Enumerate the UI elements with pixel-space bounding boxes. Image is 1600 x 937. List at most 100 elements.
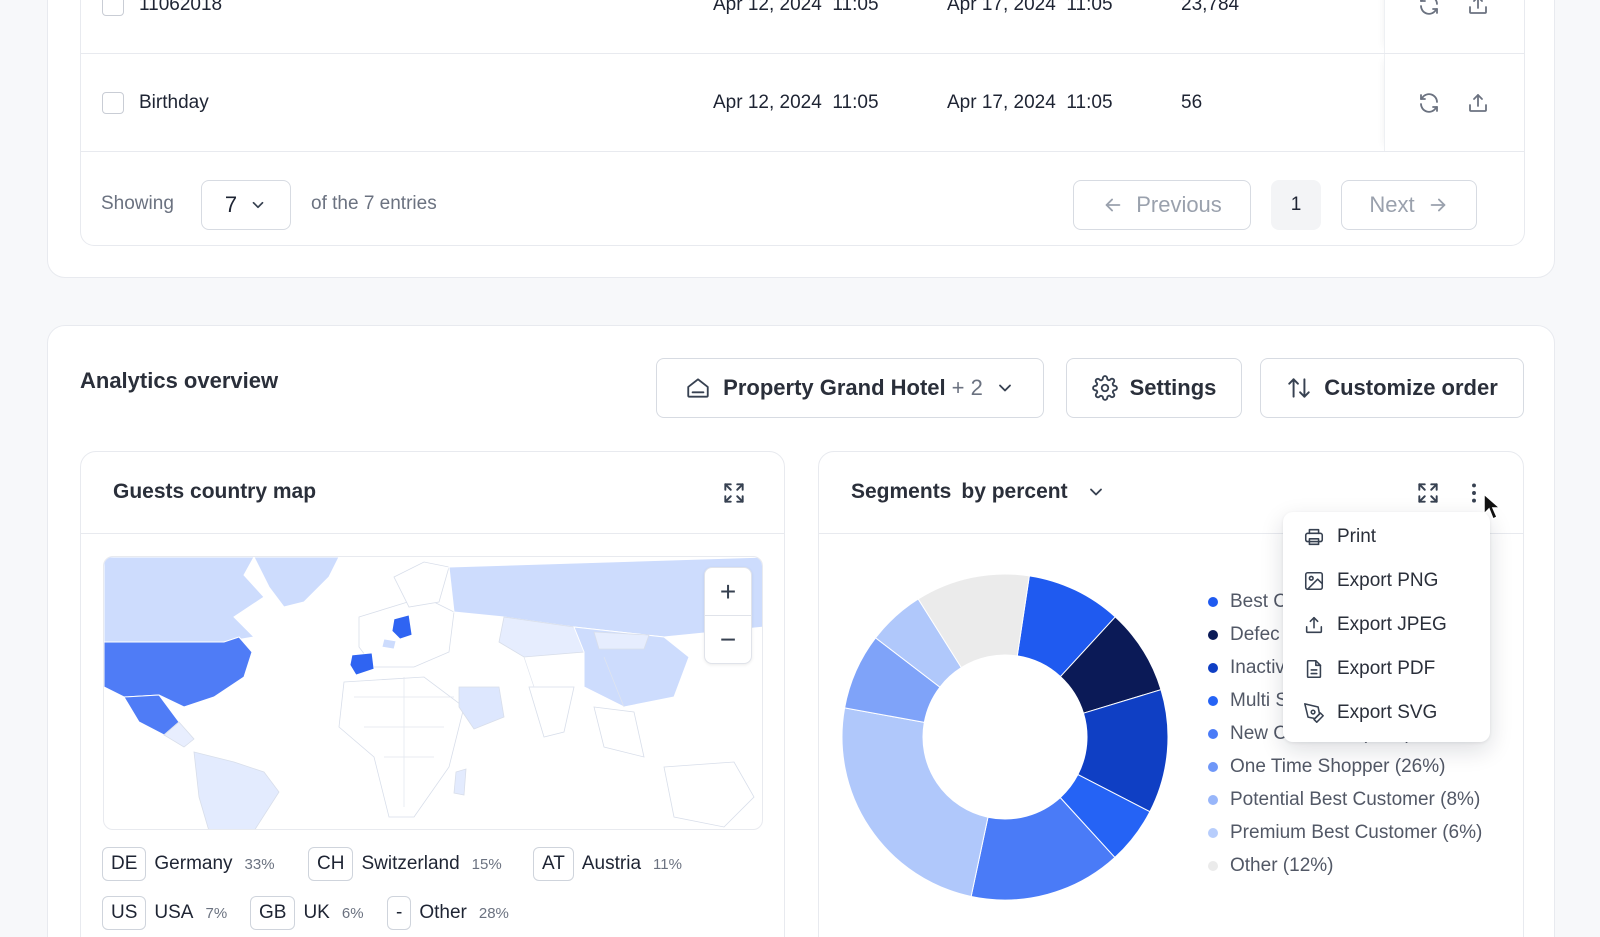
segments-title-select[interactable]: Segments by percent bbox=[851, 480, 1106, 504]
zoom-in-button[interactable]: + bbox=[705, 568, 751, 616]
legend-dot bbox=[1208, 729, 1218, 739]
legend-item[interactable]: One Time Shopper (26%) bbox=[1208, 756, 1445, 778]
legend-item[interactable]: Multi S bbox=[1208, 690, 1288, 712]
sort-arrows-icon bbox=[1286, 375, 1312, 401]
arrow-right-icon bbox=[1427, 194, 1449, 216]
settings-button[interactable]: Settings bbox=[1066, 358, 1242, 418]
arrow-left-icon bbox=[1102, 194, 1124, 216]
page-1-button[interactable]: 1 bbox=[1271, 180, 1321, 230]
row-updated: Apr 17, 2024 11:05 bbox=[947, 0, 1113, 15]
menu-item-export-jpeg[interactable]: Export JPEG bbox=[1303, 614, 1447, 636]
entries-card: 11062018 Apr 12, 2024 11:05 Apr 17, 2024… bbox=[47, 0, 1555, 278]
zoom-out-button[interactable]: − bbox=[705, 616, 751, 664]
pagination: Showing 7 of the 7 entries Previous 1 Ne… bbox=[81, 158, 1524, 246]
row-checkbox[interactable] bbox=[102, 0, 124, 16]
menu-item-print[interactable]: Print bbox=[1303, 526, 1376, 548]
world-map[interactable]: + − bbox=[103, 556, 763, 830]
legend-item[interactable]: Best C bbox=[1208, 591, 1287, 613]
legend-dot bbox=[1208, 630, 1218, 640]
menu-item-export-svg[interactable]: Export SVG bbox=[1303, 702, 1437, 724]
country-chip: US USA 7% bbox=[102, 896, 227, 930]
legend-dot bbox=[1208, 795, 1218, 805]
chevron-down-icon bbox=[249, 196, 267, 214]
export-icon[interactable] bbox=[1466, 0, 1490, 17]
legend-label: Inactiv bbox=[1230, 657, 1285, 678]
country-chip: DE Germany 33% bbox=[102, 847, 275, 881]
refresh-icon[interactable] bbox=[1417, 0, 1441, 17]
legend-label: Other (12%) bbox=[1230, 855, 1334, 876]
legend-dot bbox=[1208, 696, 1218, 706]
expand-icon[interactable] bbox=[721, 480, 747, 506]
legend-label: Multi S bbox=[1230, 690, 1289, 711]
world-map-svg bbox=[104, 557, 762, 829]
gear-icon bbox=[1091, 375, 1118, 401]
showing-label: Showing bbox=[101, 193, 174, 214]
table-row[interactable]: Birthday Apr 12, 2024 11:05 Apr 17, 2024… bbox=[81, 54, 1524, 152]
legend-label: Defec bbox=[1230, 624, 1280, 645]
menu-item-export-pdf[interactable]: Export PDF bbox=[1303, 658, 1435, 680]
row-actions bbox=[1384, 54, 1524, 151]
customize-order-button[interactable]: Customize order bbox=[1260, 358, 1524, 418]
export-menu: Print Export PNG Export JPEG Export PDF … bbox=[1283, 512, 1490, 742]
map-panel-title: Guests country map bbox=[113, 480, 317, 503]
property-select[interactable]: Property Grand Hotel + 2 bbox=[656, 358, 1044, 418]
row-actions bbox=[1384, 0, 1524, 53]
row-count: 23,784 bbox=[1181, 0, 1240, 15]
property-label: Property Grand Hotel bbox=[723, 375, 946, 400]
analytics-title: Analytics overview bbox=[80, 368, 279, 393]
legend-item[interactable]: Potential Best Customer (8%) bbox=[1208, 789, 1480, 811]
legend-item[interactable]: Defec bbox=[1208, 624, 1280, 646]
segments-title: Segments bbox=[851, 480, 952, 503]
guests-map-panel: Guests country map + − DE Germany 33% CH… bbox=[80, 451, 785, 937]
segments-donut-chart bbox=[841, 573, 1169, 901]
segments-subtitle: by percent bbox=[961, 480, 1068, 503]
upload-icon bbox=[1303, 614, 1325, 636]
legend-dot bbox=[1208, 762, 1218, 772]
row-checkbox[interactable] bbox=[102, 91, 124, 114]
page-size-select[interactable]: 7 bbox=[201, 180, 291, 230]
country-chip: GB UK 6% bbox=[250, 896, 364, 930]
legend-label: Premium Best Customer (6%) bbox=[1230, 822, 1483, 843]
menu-item-export-png[interactable]: Export PNG bbox=[1303, 570, 1438, 592]
page-size-value: 7 bbox=[224, 192, 238, 217]
row-updated: Apr 17, 2024 11:05 bbox=[947, 91, 1113, 113]
map-panel-header: Guests country map bbox=[81, 452, 784, 534]
next-button[interactable]: Next bbox=[1341, 180, 1477, 230]
entries-label: of the 7 entries bbox=[311, 193, 437, 214]
legend-label: Potential Best Customer (8%) bbox=[1230, 789, 1481, 810]
legend-dot bbox=[1208, 597, 1218, 607]
donut-slice[interactable] bbox=[841, 707, 989, 898]
zoom-control: + − bbox=[704, 567, 752, 664]
row-count: 56 bbox=[1181, 91, 1203, 113]
legend-item[interactable]: Inactiv bbox=[1208, 657, 1285, 679]
home-icon bbox=[685, 375, 711, 401]
expand-icon[interactable] bbox=[1415, 480, 1441, 506]
pen-tool-icon bbox=[1303, 702, 1325, 724]
document-icon bbox=[1303, 658, 1325, 680]
country-chip: - Other 28% bbox=[387, 896, 509, 930]
legend-dot bbox=[1208, 861, 1218, 871]
mouse-cursor-icon bbox=[1483, 492, 1502, 521]
entries-table: 11062018 Apr 12, 2024 11:05 Apr 17, 2024… bbox=[80, 0, 1525, 246]
legend-label: Best C bbox=[1230, 591, 1288, 612]
export-icon[interactable] bbox=[1466, 91, 1490, 115]
chevron-down-icon bbox=[1086, 482, 1106, 502]
row-name: Birthday bbox=[139, 91, 209, 113]
property-extra-count: + 2 bbox=[951, 375, 983, 400]
country-chip: CH Switzerland 15% bbox=[308, 847, 502, 881]
previous-button[interactable]: Previous bbox=[1073, 180, 1251, 230]
refresh-icon[interactable] bbox=[1417, 91, 1441, 115]
row-created: Apr 12, 2024 11:05 bbox=[713, 0, 879, 15]
row-created: Apr 12, 2024 11:05 bbox=[713, 91, 879, 113]
country-chip: AT Austria 11% bbox=[533, 847, 682, 881]
legend-item[interactable]: Other (12%) bbox=[1208, 855, 1333, 877]
legend-dot bbox=[1208, 663, 1218, 673]
legend-item[interactable]: Premium Best Customer (6%) bbox=[1208, 822, 1482, 844]
legend-dot bbox=[1208, 828, 1218, 838]
table-row[interactable]: 11062018 Apr 12, 2024 11:05 Apr 17, 2024… bbox=[81, 0, 1524, 54]
printer-icon bbox=[1303, 526, 1325, 548]
image-icon bbox=[1303, 570, 1325, 592]
legend-label: One Time Shopper (26%) bbox=[1230, 756, 1446, 777]
row-name: 11062018 bbox=[139, 0, 223, 15]
chevron-down-icon bbox=[995, 378, 1015, 398]
